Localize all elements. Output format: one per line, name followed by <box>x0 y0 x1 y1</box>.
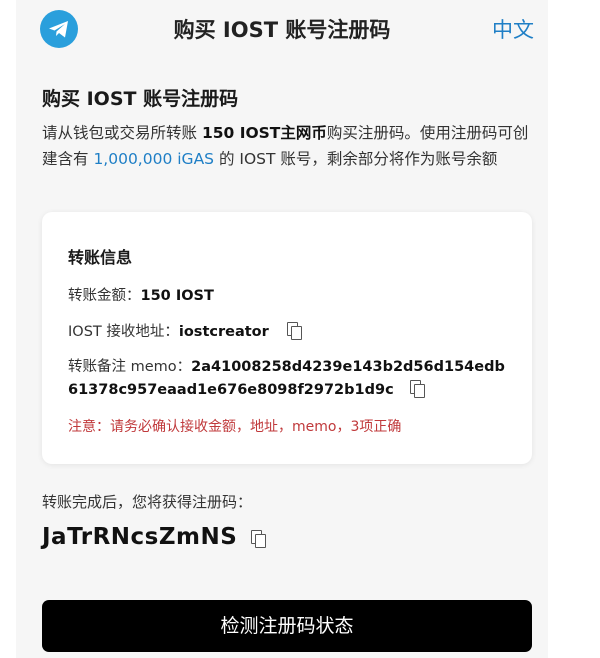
check-status-button[interactable]: 检测注册码状态 <box>42 600 532 652</box>
memo-label: 转账备注 memo： <box>68 359 192 375</box>
language-switch[interactable]: 中文 <box>492 14 534 44</box>
memo-row: 转账备注 memo：2a41008258d4239e143b2d56d154ed… <box>68 355 505 376</box>
memo-value-line2: 61378c957eaad1e676e8098f2972b1d9c <box>68 382 394 398</box>
memo-row-2: 61378c957eaad1e676e8098f2972b1d9c <box>68 380 426 398</box>
intro-text: 请从钱包或交易所转账 150 IOST主网币购买注册码。使用注册码可创建含有 1… <box>42 120 536 172</box>
transfer-info-card: 转账信息 转账金额：150 IOST IOST 接收地址：iostcreator… <box>42 212 532 464</box>
amount-label: 转账金额： <box>68 288 141 304</box>
registration-code-value: JaTrRNcsZmNS <box>42 524 238 550</box>
header-title: 购买 IOST 账号注册码 <box>173 18 391 42</box>
address-label: IOST 接收地址： <box>68 324 179 340</box>
address-row: IOST 接收地址：iostcreator <box>68 320 303 341</box>
amount-row: 转账金额：150 IOST <box>68 284 214 305</box>
memo-value-line1: 2a41008258d4239e143b2d56d154edb <box>191 359 505 375</box>
copy-memo-icon[interactable] <box>410 380 426 398</box>
result-label: 转账完成后，您将获得注册码： <box>42 493 253 511</box>
registration-code: JaTrRNcsZmNS <box>42 524 267 550</box>
transfer-info-title: 转账信息 <box>68 248 133 267</box>
intro-amount: 150 IOST主网币 <box>201 124 327 142</box>
intro-suffix: 的 IOST 账号，剩余部分将作为账号余额 <box>214 150 498 168</box>
amount-value: 150 IOST <box>140 288 214 304</box>
header: 购买 IOST 账号注册码 中文 <box>16 0 548 58</box>
address-value: iostcreator <box>178 324 269 340</box>
intro-prefix: 请从钱包或交易所转账 <box>42 124 202 142</box>
igas-link: 1,000,000 iGAS <box>93 150 215 168</box>
section-title: 购买 IOST 账号注册码 <box>42 88 239 110</box>
copy-code-icon[interactable] <box>251 530 267 548</box>
warning-text: 注意：请务必确认接收金额，地址，memo，3项正确 <box>68 419 402 435</box>
copy-address-icon[interactable] <box>287 322 303 340</box>
